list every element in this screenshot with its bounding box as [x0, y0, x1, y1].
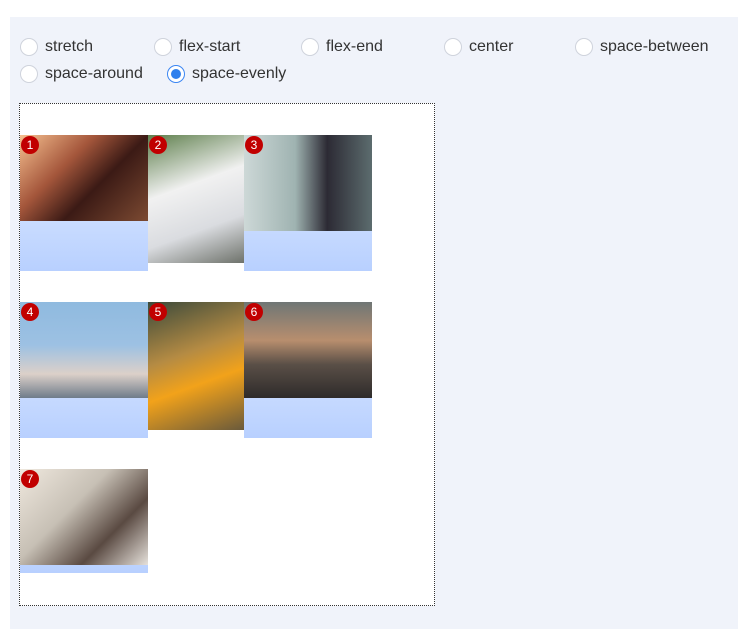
item-number-badge: 4 — [21, 303, 39, 321]
radio-circle[interactable] — [575, 38, 593, 56]
photo-image — [244, 302, 372, 398]
flex-item-5: 5 — [148, 302, 244, 430]
radio-circle[interactable] — [20, 65, 38, 83]
radio-label: space-between — [600, 38, 709, 55]
flex-container-preview: 1 2 3 4 5 6 7 — [19, 103, 435, 606]
radio-circle[interactable] — [444, 38, 462, 56]
radio-circle-selected[interactable] — [167, 65, 185, 83]
radio-circle[interactable] — [20, 38, 38, 56]
flex-item-3: 3 — [244, 135, 372, 271]
photo-image — [148, 302, 244, 430]
radio-flex-end[interactable]: flex-end — [301, 38, 383, 56]
flex-item-2: 2 — [148, 135, 244, 263]
item-number-badge: 1 — [21, 136, 39, 154]
photo-image — [244, 135, 372, 231]
flex-item-6: 6 — [244, 302, 372, 438]
radio-label: flex-start — [179, 38, 241, 55]
item-number-badge: 2 — [149, 136, 167, 154]
radio-label: stretch — [45, 38, 94, 55]
item-number-badge: 6 — [245, 303, 263, 321]
photo-image — [148, 135, 244, 263]
photo-image — [20, 135, 148, 221]
item-number-badge: 3 — [245, 136, 263, 154]
radio-circle[interactable] — [154, 38, 172, 56]
radio-label: flex-end — [326, 38, 383, 55]
photo-image — [20, 469, 148, 565]
radio-circle[interactable] — [301, 38, 319, 56]
flex-item-1: 1 — [20, 135, 148, 271]
flex-item-4: 4 — [20, 302, 148, 438]
photo-image — [20, 302, 148, 398]
radio-space-around[interactable]: space-around — [20, 65, 143, 83]
radio-flex-start[interactable]: flex-start — [154, 38, 240, 56]
radio-label: space-evenly — [192, 65, 287, 82]
radio-stretch[interactable]: stretch — [20, 38, 93, 56]
radio-space-between[interactable]: space-between — [575, 38, 709, 56]
item-number-badge: 5 — [149, 303, 167, 321]
radio-space-evenly[interactable]: space-evenly — [167, 65, 286, 83]
radio-label: space-around — [45, 65, 143, 82]
radio-label: center — [469, 38, 514, 55]
radio-center[interactable]: center — [444, 38, 513, 56]
flex-item-7: 7 — [20, 469, 148, 573]
item-number-badge: 7 — [21, 470, 39, 488]
